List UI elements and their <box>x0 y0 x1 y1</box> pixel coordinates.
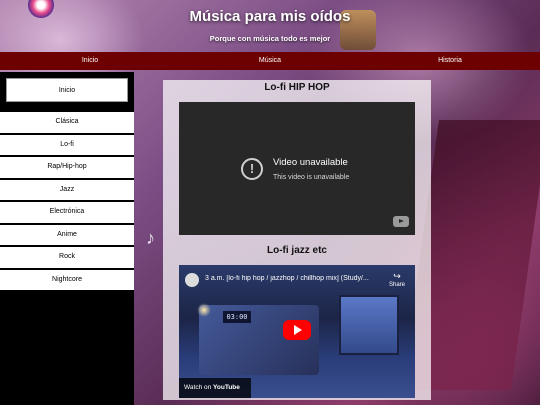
site-header: Música para mis oídos Porque con música … <box>0 0 540 52</box>
youtube-wordmark: YouTube <box>213 384 240 391</box>
nav-item-historia[interactable]: Historia <box>360 52 540 70</box>
watch-on-youtube-button[interactable]: Watch on YouTube <box>179 378 251 398</box>
youtube-logo-icon[interactable] <box>393 216 409 227</box>
video-title[interactable]: 3 a.m. [lo-fi hip hop / jazzhop / chillh… <box>205 275 377 282</box>
sidebar-item-inicio[interactable]: Inicio <box>6 78 128 102</box>
sidebar-item-rock[interactable]: Rock <box>0 247 134 268</box>
top-navigation: Inicio Música Historia <box>0 52 540 70</box>
sidebar-item-rap-hiphop[interactable]: Rap/Hip-hop <box>0 157 134 178</box>
sidebar-item-jazz[interactable]: Jazz <box>0 179 134 200</box>
nav-item-inicio[interactable]: Inicio <box>0 52 180 70</box>
channel-avatar[interactable] <box>185 273 199 287</box>
play-button[interactable] <box>283 320 311 340</box>
nav-item-musica[interactable]: Música <box>180 52 360 70</box>
share-label: Share <box>388 282 405 288</box>
sidebar-item-clasica[interactable]: Clásica <box>0 112 134 133</box>
sidebar: Inicio Clásica Lo-fi Rap/Hip-hop Jazz El… <box>0 72 134 405</box>
video-player-lofi-jazz[interactable]: 03:00 3 a.m. [lo-fi hip hop / jazzhop / … <box>179 265 415 398</box>
video-player-unavailable[interactable]: ! Video unavailable This video is unavai… <box>179 102 415 235</box>
share-button[interactable]: ↪ Share <box>389 271 405 288</box>
video-unavailable-subtitle: This video is unavailable <box>273 174 350 181</box>
video-thumbnail-window <box>339 295 399 355</box>
section-title-lofi-hiphop: Lo-fi HIP HOP <box>264 82 330 93</box>
sidebar-item-nightcore[interactable]: Nightcore <box>0 269 134 290</box>
video-unavailable-title: Video unavailable <box>273 157 348 168</box>
video-thumbnail-room <box>199 305 319 375</box>
share-icon: ↪ <box>393 271 401 281</box>
site-title: Música para mis oídos <box>189 8 351 25</box>
music-note-icon: ♪ <box>146 228 155 248</box>
sidebar-item-lofi[interactable]: Lo-fi <box>0 134 134 155</box>
video-thumbnail-lamp <box>197 303 211 317</box>
watch-on-label: Watch on <box>184 384 214 391</box>
sidebar-item-anime[interactable]: Anime <box>0 224 134 245</box>
info-icon: ! <box>241 158 263 180</box>
sidebar-item-electronica[interactable]: Electrónica <box>0 202 134 223</box>
site-subtitle: Porque con música todo es mejor <box>209 34 331 43</box>
main-content: Lo-fi HIP HOP ! Video unavailable This v… <box>163 80 431 400</box>
section-title-lofi-jazz: Lo-fi jazz etc <box>266 245 327 256</box>
video-thumbnail-clock: 03:00 <box>223 311 251 323</box>
